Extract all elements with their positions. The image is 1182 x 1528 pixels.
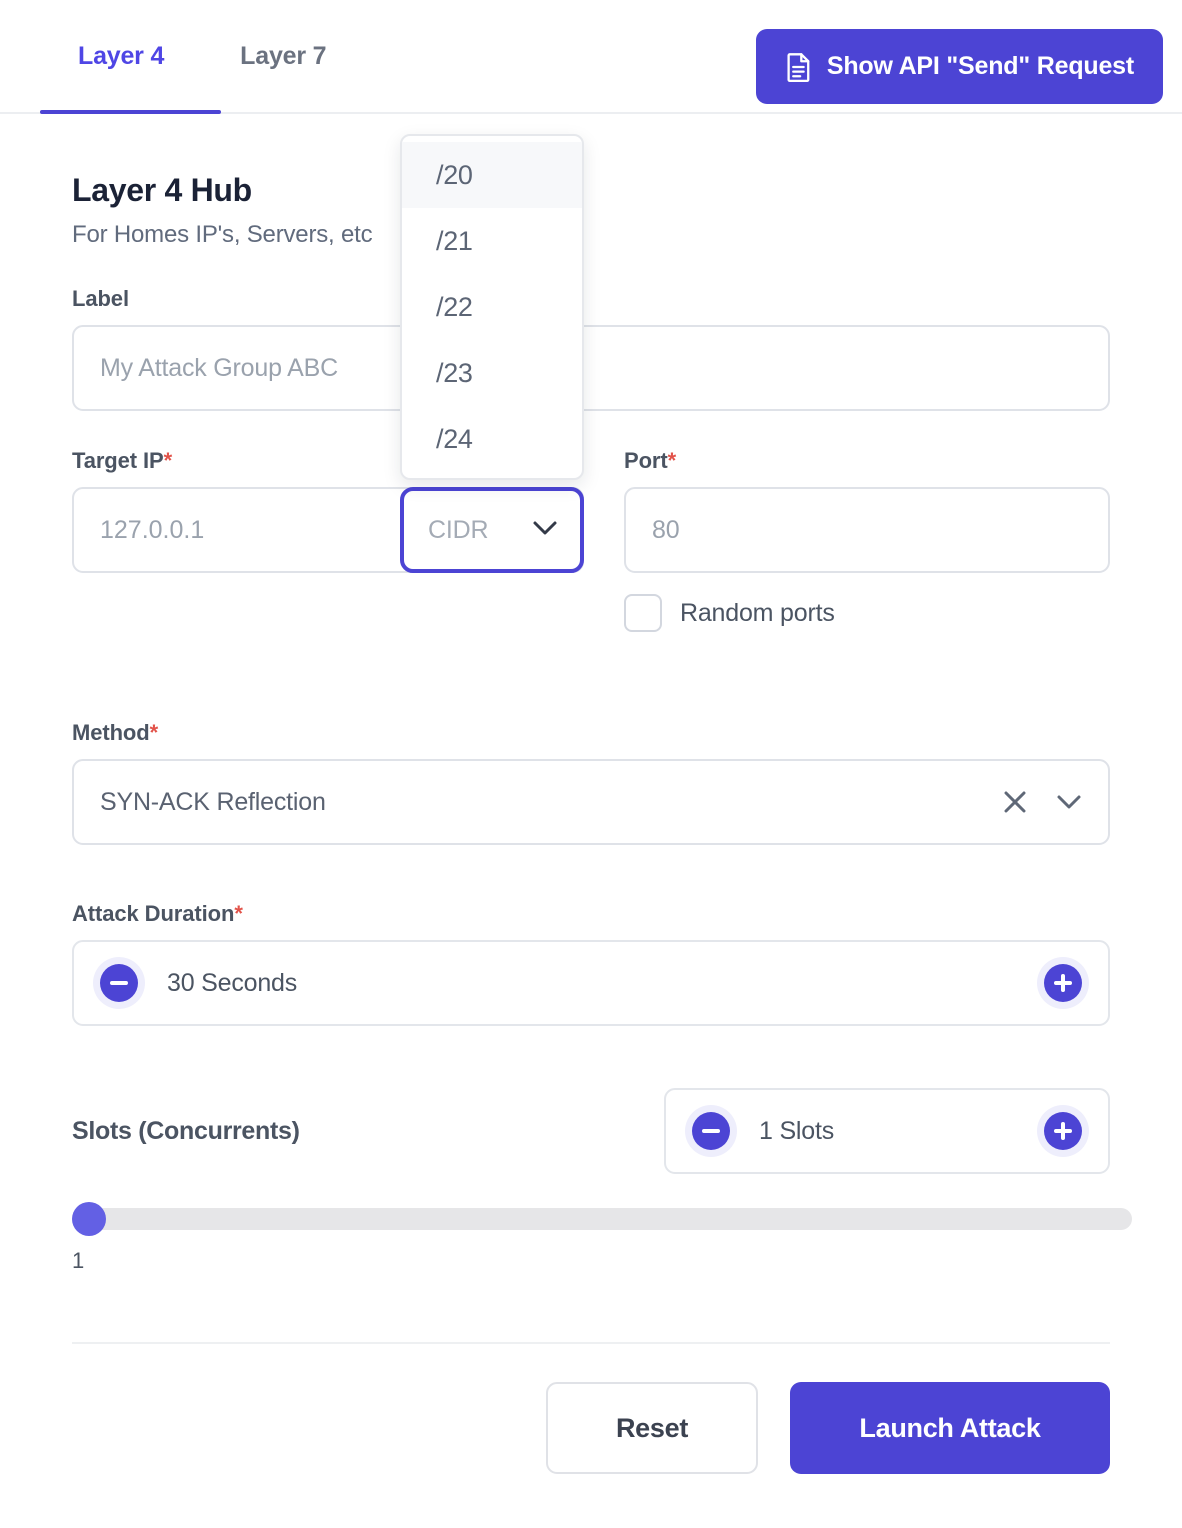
tab-bar: Layer 4 Layer 7 Show API "Send" Request <box>0 0 1182 114</box>
random-ports-row: Random ports <box>624 594 1110 632</box>
slots-slider-min-label: 1 <box>72 1248 1110 1274</box>
plus-circle-icon[interactable] <box>1037 957 1089 1009</box>
slots-slider[interactable] <box>72 1202 1110 1232</box>
target-ip-label-text: Target IP <box>72 448 164 473</box>
cidr-dropdown-menu[interactable]: /20 /21 /22 /23 /24 <box>400 134 584 480</box>
target-ip-required-mark: * <box>164 448 172 473</box>
method-label: Method* <box>72 720 1110 746</box>
port-label-text: Port <box>624 448 668 473</box>
cidr-select[interactable]: CIDR <box>400 487 584 573</box>
show-api-send-request-button[interactable]: Show API "Send" Request <box>756 29 1163 104</box>
random-ports-checkbox[interactable] <box>624 594 662 632</box>
cidr-select-value: CIDR <box>428 516 488 545</box>
form-divider <box>72 1342 1110 1344</box>
method-select[interactable]: SYN-ACK Reflection <box>72 759 1110 845</box>
attack-duration-stepper: 30 Seconds <box>72 940 1110 1026</box>
slots-stepper: 1 Slots <box>664 1088 1110 1174</box>
cidr-option-24[interactable]: /24 <box>402 406 582 472</box>
port-input[interactable] <box>624 487 1110 573</box>
document-icon <box>785 52 813 82</box>
cidr-option-21[interactable]: /21 <box>402 208 582 274</box>
tab-layer-4[interactable]: Layer 4 <box>40 42 202 101</box>
method-required-mark: * <box>150 720 158 745</box>
slots-label: Slots (Concurrents) <box>72 1117 300 1146</box>
attack-duration-value: 30 Seconds <box>167 969 1037 998</box>
minus-circle-icon[interactable] <box>93 957 145 1009</box>
label-input[interactable] <box>72 325 1110 411</box>
target-ip-group: /20 /21 /22 /23 /24 CIDR <box>72 487 584 573</box>
minus-circle-icon[interactable] <box>685 1105 737 1157</box>
slots-row: Slots (Concurrents) 1 Slots <box>72 1088 1110 1174</box>
label-field-label-text: Label <box>72 286 129 311</box>
chevron-down-icon <box>532 520 558 541</box>
cidr-option-22[interactable]: /22 <box>402 274 582 340</box>
page-title: Layer 4 Hub <box>72 172 1110 209</box>
slots-value: 1 Slots <box>759 1117 1037 1146</box>
attack-duration-label: Attack Duration* <box>72 901 1110 927</box>
close-icon[interactable] <box>1000 787 1030 817</box>
random-ports-label: Random ports <box>680 599 835 628</box>
attack-duration-label-text: Attack Duration <box>72 901 234 926</box>
method-label-text: Method <box>72 720 150 745</box>
port-label: Port* <box>624 448 1110 474</box>
tab-layer-7[interactable]: Layer 7 <box>202 42 364 101</box>
layer4-form-panel: Layer 4 Hub For Homes IP's, Servers, etc… <box>0 114 1182 1514</box>
method-selected-value: SYN-ACK Reflection <box>100 788 974 817</box>
tab-list: Layer 4 Layer 7 <box>40 42 364 101</box>
reset-button[interactable]: Reset <box>546 1382 758 1474</box>
slots-slider-thumb[interactable] <box>72 1202 106 1236</box>
api-button-label: Show API "Send" Request <box>827 52 1134 81</box>
cidr-option-20[interactable]: /20 <box>402 142 582 208</box>
slots-slider-track[interactable] <box>72 1208 1132 1230</box>
port-required-mark: * <box>668 448 676 473</box>
launch-attack-button[interactable]: Launch Attack <box>790 1382 1110 1474</box>
page-subtitle: For Homes IP's, Servers, etc <box>72 221 1110 249</box>
chevron-down-icon[interactable] <box>1056 794 1082 810</box>
label-field-label: Label <box>72 286 1110 312</box>
attack-duration-required-mark: * <box>234 901 242 926</box>
form-actions: Reset Launch Attack <box>72 1382 1110 1514</box>
cidr-option-23[interactable]: /23 <box>402 340 582 406</box>
plus-circle-icon[interactable] <box>1037 1105 1089 1157</box>
